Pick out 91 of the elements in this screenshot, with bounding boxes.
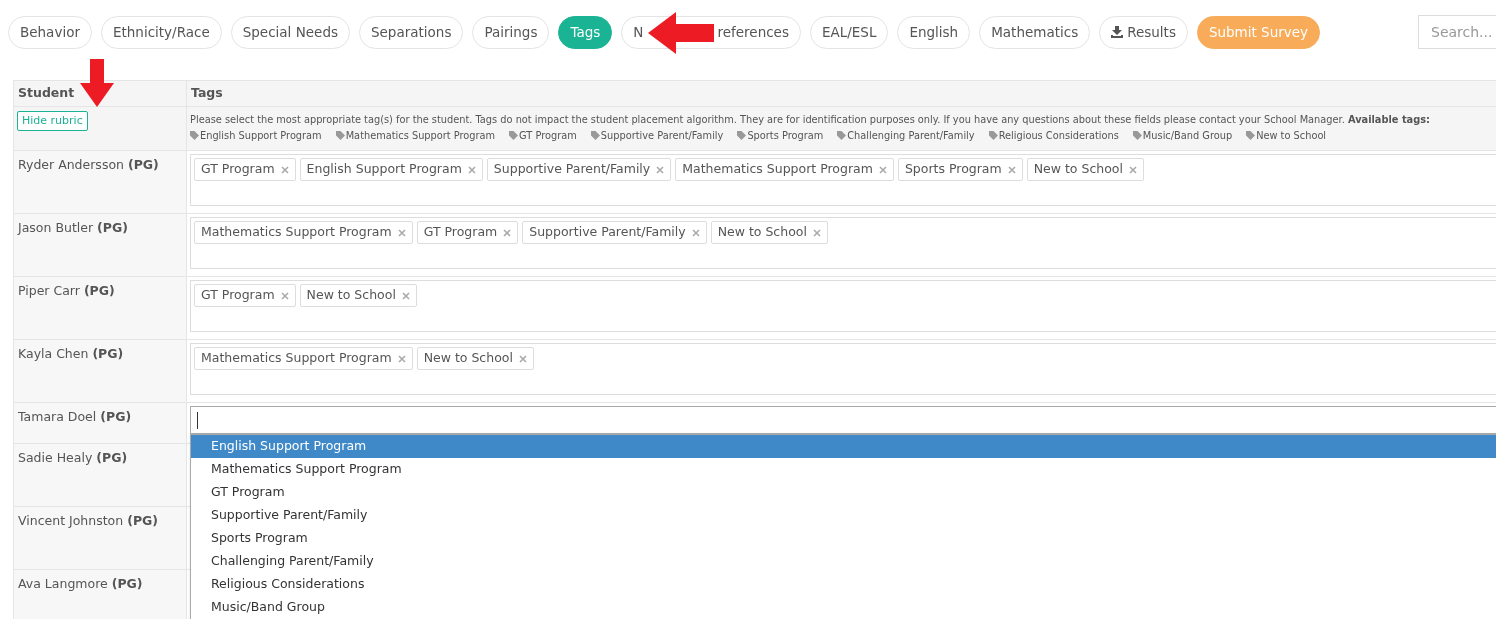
tag-icon: [837, 131, 847, 140]
tag-chip: Mathematics Support Program: [675, 158, 894, 181]
remove-icon[interactable]: [397, 228, 406, 237]
remove-icon[interactable]: [280, 165, 289, 174]
remove-icon[interactable]: [503, 228, 512, 237]
tab[interactable]: Special Needs: [230, 15, 350, 49]
tag-chip: Mathematics Support Program: [194, 347, 413, 370]
remove-icon[interactable]: [280, 291, 289, 300]
available-tag: Music/Band Group: [1142, 128, 1233, 143]
tag-chip: English Support Program: [299, 158, 483, 181]
dropdown-option[interactable]: Religious Considerations: [191, 573, 1496, 596]
tab[interactable]: Ethnicity/Race: [100, 15, 222, 49]
tab[interactable]: Behavior: [8, 15, 92, 49]
student-name: Kayla Chen: [18, 346, 89, 361]
dropdown-option[interactable]: English Support Program: [191, 435, 1496, 458]
student-grade-label: (PG): [97, 220, 128, 235]
remove-icon[interactable]: [397, 354, 406, 363]
student-name: Vincent Johnston: [18, 513, 124, 528]
student-grade-label: (PG): [96, 450, 128, 465]
tab[interactable]: English: [897, 15, 971, 49]
tag-icon: [509, 131, 519, 140]
available-tag: Mathematics Support Program: [345, 128, 496, 143]
student-grade-label: (PG): [100, 409, 132, 424]
tag-icon: [335, 131, 345, 140]
available-tag: Sports Program: [747, 128, 824, 143]
tag-chip: New to School: [299, 284, 417, 307]
student-name: Sadie Healy: [18, 450, 93, 465]
tab[interactable]: EAL/ESL: [809, 15, 889, 49]
available-tag: Religious Considerations: [998, 128, 1119, 143]
student-name: Ryder Andersson: [18, 157, 124, 172]
tag-chip: Supportive Parent/Family: [522, 221, 707, 244]
tag-icon: [988, 131, 998, 140]
student-grade-label: (PG): [127, 157, 159, 172]
dropdown-option[interactable]: Music/Band Group: [191, 596, 1496, 619]
tag-chip: Supportive Parent/Family: [486, 158, 672, 181]
dropdown-option[interactable]: Supportive Parent/Family: [191, 504, 1496, 527]
tag-icon: [1132, 131, 1142, 140]
tag-input-field[interactable]: Mathematics Support Program GT Program Supportive Parent/Family New to School: [190, 217, 1496, 269]
dropdown-option[interactable]: Mathematics Support Program: [191, 458, 1496, 481]
remove-icon[interactable]: [1128, 165, 1137, 174]
tag-input-field[interactable]: Mathematics Support Program New to School: [190, 343, 1496, 395]
remove-icon[interactable]: [518, 354, 527, 363]
remove-icon[interactable]: [878, 165, 887, 174]
student-name: Jason Butler: [18, 220, 94, 235]
tab[interactable]: Mathematics: [979, 15, 1091, 49]
tag-input-field[interactable]: [190, 406, 1496, 434]
available-tag: Supportive Parent/Family: [600, 128, 724, 143]
remove-icon[interactable]: [467, 165, 476, 174]
tag-chip: GT Program: [416, 221, 519, 244]
remove-icon[interactable]: [401, 291, 410, 300]
student-grade-label: (PG): [83, 283, 115, 298]
results-button[interactable]: Results: [1099, 15, 1188, 49]
available-tag: Challenging Parent/Family: [847, 128, 975, 143]
tag-icon: [590, 131, 600, 140]
tag-chip: New to School: [416, 347, 534, 370]
column-header: Tags: [190, 84, 224, 103]
tag-input-field[interactable]: GT Program New to School: [190, 280, 1496, 332]
available-tag: English Support Program: [200, 128, 322, 143]
annotation-arrow: [80, 59, 114, 107]
dropdown-option[interactable]: Challenging Parent/Family: [191, 550, 1496, 573]
tab[interactable]: Pairings: [472, 15, 550, 49]
remove-icon[interactable]: [656, 165, 665, 174]
student-name: Ava Langmore: [18, 576, 108, 591]
rubric-text: Please select the most appropriate tag(s) for the student. Tags do not impact the student placement algorithm. They are for identification purposes only. If you have any questions about these fields please contact your School Manager. Available tags:: [190, 113, 1431, 127]
remove-icon[interactable]: [691, 228, 700, 237]
tag-input-field[interactable]: GT Program English Support Program Supportive Parent/Family Mathematics Support Program Sports Program New to School: [190, 154, 1496, 206]
available-tag: GT Program: [519, 128, 577, 143]
dropdown-option[interactable]: GT Program: [191, 481, 1496, 504]
tag-chip: New to School: [710, 221, 828, 244]
tag-chip: New to School: [1026, 158, 1144, 181]
tag-icon: [737, 131, 747, 140]
tab[interactable]: Separations: [359, 15, 464, 49]
tag-icon: [1246, 131, 1256, 140]
available-tag: New to School: [1256, 128, 1327, 143]
remove-icon[interactable]: [1007, 165, 1016, 174]
student-grade-label: (PG): [127, 513, 159, 528]
annotation-arrow: [648, 11, 715, 54]
student-grade-label: (PG): [111, 576, 143, 591]
download-icon: [1111, 26, 1124, 38]
student-name: Tamara Doel: [18, 409, 97, 424]
dropdown-option[interactable]: Sports Program: [191, 527, 1496, 550]
tag-chip: Sports Program: [897, 158, 1023, 181]
student-grade-label: (PG): [92, 346, 124, 361]
remove-icon[interactable]: [812, 228, 821, 237]
tag-chip: GT Program: [194, 158, 296, 181]
tag-chip: Mathematics Support Program: [194, 221, 413, 244]
search-field[interactable]: Search...: [1418, 15, 1496, 49]
student-name: Piper Carr: [18, 283, 80, 298]
tag-chip: GT Program: [194, 284, 296, 307]
tag-icon: [190, 131, 199, 140]
text-cursor: [197, 411, 198, 429]
